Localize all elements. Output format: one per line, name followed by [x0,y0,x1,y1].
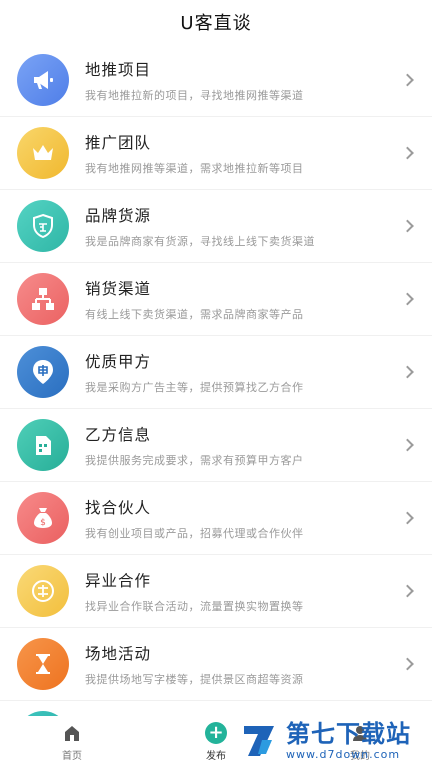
item-subtitle: 我提供场地写字楼等，提供景区商超等资源 [85,672,304,686]
hourglass-icon [17,638,69,690]
item-title: 品牌货源 [85,206,152,225]
tab-publish-label: 发布 [206,751,226,762]
item-subtitle: 我有创业项目或产品，招募代理或合作伙伴 [85,526,304,540]
item-subtitle: 我有地推网推等渠道，需求地推拉新等项目 [85,161,304,175]
item-subtitle: 找异业合作联合活动，流量置换实物置换等 [85,599,304,613]
list-item-venue-events[interactable]: 场地活动 我提供场地写字楼等，提供景区商超等资源 [0,628,432,701]
item-subtitle: 有线上线下卖货渠道，需求品牌商家等产品 [85,307,304,321]
megaphone-icon [17,54,69,106]
item-title: 地推项目 [85,60,152,79]
list-item-sales-channel[interactable]: 销货渠道 有线上线下卖货渠道，需求品牌商家等产品 [0,263,432,336]
chevron-right-icon [401,584,414,598]
item-subtitle: 我是品牌商家有货源，寻找线上线下卖货渠道 [85,234,315,248]
list-item-find-partner[interactable]: $ 找合伙人 我有创业项目或产品，招募代理或合作伙伴 [0,482,432,555]
item-subtitle: 我有地推拉新的项目，寻找地推网推等渠道 [85,88,304,102]
tab-home-label: 首页 [62,751,82,762]
home-icon [61,722,83,744]
list-item-cross-industry[interactable]: 异业合作 找异业合作联合活动，流量置换实物置换等 [0,555,432,628]
list-item-ground-promo[interactable]: 地推项目 我有地推拉新的项目，寻找地推网推等渠道 [0,44,432,117]
item-title: 乙方信息 [85,425,152,444]
plus-icon: + [205,722,227,744]
chevron-right-icon [401,438,414,452]
app-header: U客直谈 [0,0,432,44]
chevron-right-icon [401,365,414,379]
item-title: 异业合作 [85,571,152,590]
chevron-right-icon [401,292,414,306]
exchange-icon [17,565,69,617]
chevron-right-icon [401,219,414,233]
item-title: 找合伙人 [85,498,152,517]
chevron-right-icon [401,511,414,525]
item-title: 场地活动 [85,644,152,663]
item-title: 推广团队 [85,133,152,152]
shield-icon [17,200,69,252]
chevron-right-icon [401,73,414,87]
svg-text:$: $ [40,518,46,528]
item-subtitle: 我是采购方广告主等，提供预算找乙方合作 [85,380,304,394]
list-item-promo-team[interactable]: 推广团队 我有地推网推等渠道，需求地推拉新等项目 [0,117,432,190]
page-title: U客直谈 [180,13,252,34]
watermark-text: 第七下载站 [286,719,411,748]
list-item-party-b-info[interactable]: 乙方信息 我提供服务完成要求，需求有预算甲方客户 [0,409,432,482]
chevron-right-icon [401,146,414,160]
list-item-brand-supply[interactable]: 品牌货源 我是品牌商家有货源，寻找线上线下卖货渠道 [0,190,432,263]
watermark-logo-icon [244,726,274,756]
crown-icon [17,127,69,179]
list-item-quality-party-a[interactable]: 优质甲方 我是采购方广告主等，提供预算找乙方合作 [0,336,432,409]
chevron-right-icon [401,657,414,671]
building-icon [17,419,69,471]
category-list: 地推项目 我有地推拉新的项目，寻找地推网推等渠道 推广团队 我有地推网推等渠道，… [0,44,432,701]
item-title: 优质甲方 [85,352,152,371]
watermark-url: www.d7down.com [286,747,401,761]
location-pin-icon [17,346,69,398]
money-bag-icon: $ [17,492,69,544]
item-title: 销货渠道 [85,279,152,298]
network-icon [17,273,69,325]
item-subtitle: 我提供服务完成要求，需求有预算甲方客户 [85,453,304,467]
watermark: 第七下载站 www.d7down.com [238,714,428,766]
tab-home[interactable]: 首页 [0,716,144,762]
